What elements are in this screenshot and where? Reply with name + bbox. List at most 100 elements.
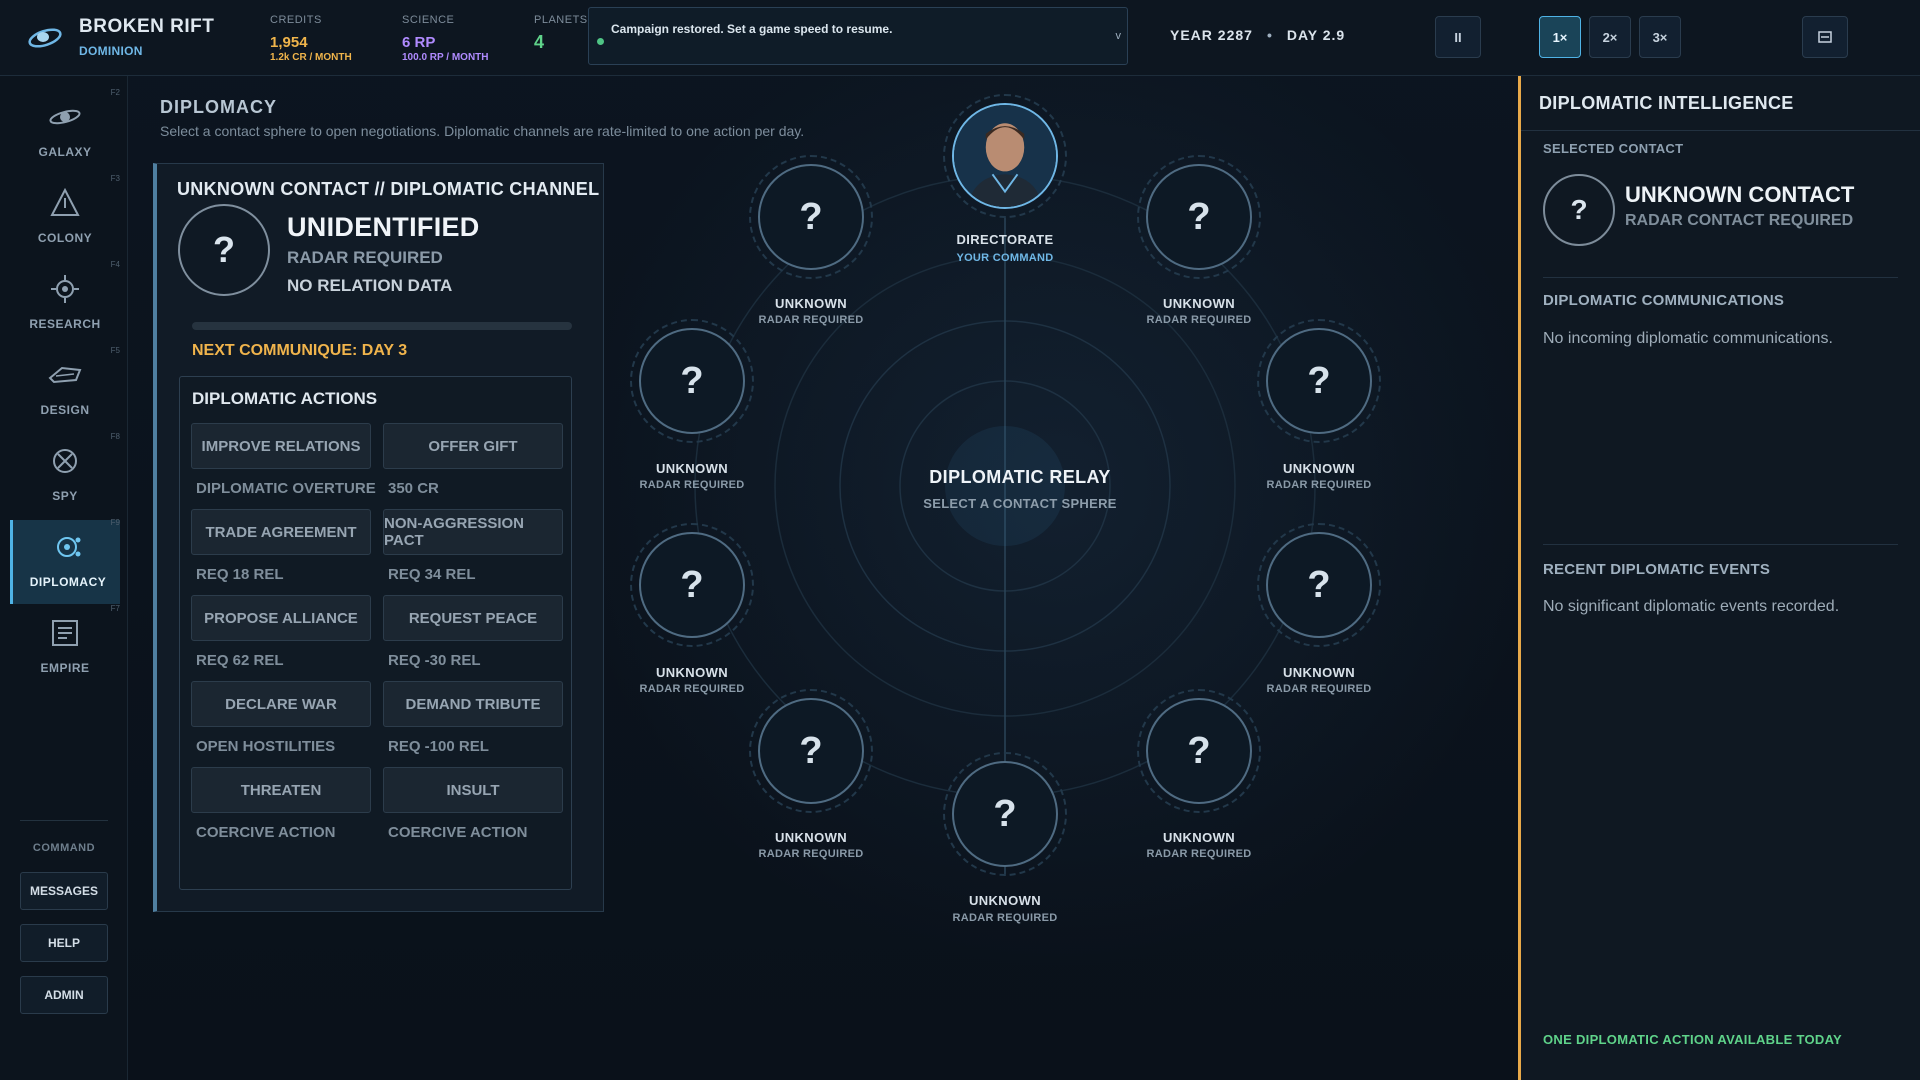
pause-icon: II: [1454, 29, 1462, 45]
contact-relation: NO RELATION DATA: [287, 276, 453, 295]
insult-button[interactable]: INSULT: [383, 767, 563, 813]
sidebar-item-galaxy[interactable]: F2 GALAXY: [10, 88, 120, 174]
help-button[interactable]: HELP: [20, 924, 108, 962]
unknown-contact-icon: ?: [639, 532, 745, 638]
hotkey-label: F9: [110, 518, 120, 527]
unknown-contact-icon: ?: [758, 698, 864, 804]
diplomatic-intelligence-panel: DIPLOMATIC INTELLIGENCE SELECTED CONTACT…: [1518, 76, 1920, 1080]
contact-sphere[interactable]: ?: [749, 689, 873, 813]
request-peace-button[interactable]: REQUEST PEACE: [383, 595, 563, 641]
hotkey-label: F8: [110, 432, 120, 441]
sidebar-item-label: SPY: [52, 489, 78, 503]
intel-title: DIPLOMATIC INTELLIGENCE: [1539, 93, 1794, 113]
contact-name: UNKNOWN: [655, 665, 729, 680]
sidebar: F2 GALAXY F3 COLONY F4 RESEARCH F5 DESIG…: [0, 76, 128, 1080]
contact-sphere[interactable]: ?: [943, 752, 1067, 876]
channel-title: UNKNOWN CONTACT // DIPLOMATIC CHANNEL: [177, 179, 600, 199]
sidebar-item-spy[interactable]: F8 SPY: [10, 432, 120, 518]
contact-status: RADAR REQUIRED: [287, 248, 443, 267]
year-label: YEAR 2287: [1170, 27, 1253, 43]
unknown-contact-icon: ?: [758, 164, 864, 270]
improve-relations-button[interactable]: IMPROVE RELATIONS: [191, 423, 371, 469]
contact-requirement: RADAR REQUIRED: [1266, 479, 1372, 491]
credits-value: 1,954: [270, 34, 308, 51]
action-requirement: 350 CR: [388, 480, 439, 497]
speed-2x-button[interactable]: 2×: [1589, 16, 1631, 58]
unknown-contact-icon: ?: [1266, 328, 1372, 434]
action-requirement: REQ -100 REL: [388, 738, 489, 755]
planets-value: 4: [534, 32, 545, 52]
divider: [1543, 277, 1898, 278]
contact-sphere[interactable]: ?: [749, 155, 873, 279]
unknown-contact-avatar: ?: [178, 204, 270, 296]
trade-agreement-button[interactable]: TRADE AGREEMENT: [191, 509, 371, 555]
contact-requirement: RADAR REQUIRED: [1146, 848, 1252, 860]
contact-sphere[interactable]: ?: [630, 523, 754, 647]
diplomatic-relay: DIRECTORATE YOUR COMMAND ? UNKNOWN RADAR…: [600, 76, 1440, 976]
empire-icon: [46, 616, 84, 650]
credits-rate: 1.2k CR / MONTH: [270, 52, 352, 63]
contact-sphere[interactable]: ?: [630, 319, 754, 443]
menu-icon: [1818, 31, 1832, 43]
contact-sphere[interactable]: ?: [1137, 689, 1261, 813]
admin-button[interactable]: ADMIN: [20, 976, 108, 1014]
notification-banner[interactable]: Campaign restored. Set a game speed to r…: [588, 7, 1128, 65]
sidebar-item-empire[interactable]: F7 EMPIRE: [10, 604, 120, 690]
faction-name: DOMINION: [79, 44, 143, 58]
non-aggression-pact-button[interactable]: NON-AGGRESSION PACT: [383, 509, 563, 555]
science-rate: 100.0 RP / MONTH: [402, 52, 489, 63]
pause-button[interactable]: II: [1435, 16, 1481, 58]
relation-bar: [192, 322, 572, 330]
relay-subtitle: SELECT A CONTACT SPHERE: [923, 496, 1117, 511]
contact-sphere[interactable]: ?: [1137, 155, 1261, 279]
contact-requirement: RADAR REQUIRED: [639, 683, 745, 695]
diplomatic-actions-box: DIPLOMATIC ACTIONS IMPROVE RELATIONS OFF…: [179, 376, 572, 890]
messages-button[interactable]: MESSAGES: [20, 872, 108, 910]
contact-requirement: RADAR REQUIRED: [758, 314, 864, 326]
relay-title: DIPLOMATIC RELAY: [929, 467, 1111, 487]
speed-1x-button[interactable]: 1×: [1539, 16, 1581, 58]
research-icon: [46, 272, 84, 306]
propose-alliance-button[interactable]: PROPOSE ALLIANCE: [191, 595, 371, 641]
sidebar-item-diplomacy[interactable]: F9 DIPLOMACY: [10, 518, 120, 604]
declare-war-button[interactable]: DECLARE WAR: [191, 681, 371, 727]
hotkey-label: F4: [110, 260, 120, 269]
contact-requirement: RADAR REQUIRED: [1146, 314, 1252, 326]
demand-tribute-button[interactable]: DEMAND TRIBUTE: [383, 681, 563, 727]
directorate-name: DIRECTORATE: [956, 232, 1054, 247]
actions-available-notice: ONE DIPLOMATIC ACTION AVAILABLE TODAY: [1543, 1032, 1843, 1047]
sidebar-item-research[interactable]: F4 RESEARCH: [10, 260, 120, 346]
events-text: No significant diplomatic events recorde…: [1543, 598, 1840, 615]
credits-label: CREDITS: [270, 14, 322, 26]
contact-sphere[interactable]: ?: [1257, 319, 1381, 443]
hotkey-label: F5: [110, 346, 120, 355]
commander-portrait: [952, 103, 1058, 209]
action-requirement: REQ 18 REL: [196, 566, 284, 583]
action-requirement: REQ 62 REL: [196, 652, 284, 669]
sidebar-item-design[interactable]: F5 DESIGN: [10, 346, 120, 432]
contact-requirement: RADAR REQUIRED: [952, 912, 1058, 924]
chevron-down-icon[interactable]: v: [1116, 30, 1122, 42]
science-readout: SCIENCE 6 RP 100.0 RP / MONTH: [402, 14, 489, 63]
directorate-sphere[interactable]: [943, 94, 1067, 218]
hotkey-label: F2: [110, 88, 120, 97]
sidebar-item-colony[interactable]: F3 COLONY: [10, 174, 120, 260]
action-requirement: REQ 34 REL: [388, 566, 476, 583]
sidebar-item-label: RESEARCH: [29, 317, 101, 331]
contact-name: UNKNOWN: [774, 296, 848, 311]
menu-button[interactable]: [1802, 16, 1848, 58]
offer-gift-button[interactable]: OFFER GIFT: [383, 423, 563, 469]
directorate-sub: YOUR COMMAND: [956, 252, 1054, 264]
contact-sphere[interactable]: ?: [1257, 523, 1381, 647]
contact-requirement: RADAR REQUIRED: [1266, 683, 1372, 695]
diplomatic-channel-panel: UNKNOWN CONTACT // DIPLOMATIC CHANNEL ? …: [153, 163, 604, 912]
threaten-button[interactable]: THREATEN: [191, 767, 371, 813]
action-requirement: COERCIVE ACTION: [196, 824, 336, 841]
unknown-contact-icon: ?: [639, 328, 745, 434]
ship-design-icon: [46, 358, 84, 392]
action-requirement: COERCIVE ACTION: [388, 824, 528, 841]
contact-name: UNKNOWN: [774, 830, 848, 845]
speed-3x-button[interactable]: 3×: [1639, 16, 1681, 58]
status-dot-icon: [597, 38, 604, 45]
page-subtitle: Select a contact sphere to open negotiat…: [160, 123, 805, 139]
